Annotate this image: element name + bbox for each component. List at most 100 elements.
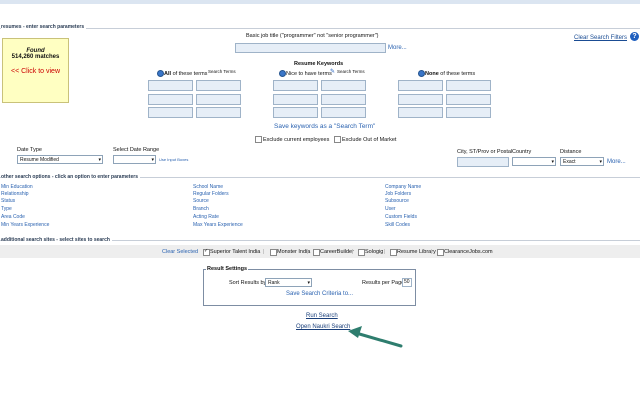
site-checkbox[interactable] bbox=[203, 248, 210, 256]
option-link[interactable]: Source bbox=[193, 198, 209, 204]
nice-terms-radio[interactable] bbox=[279, 70, 286, 77]
search-terms-icon[interactable]: ✎ bbox=[330, 68, 335, 75]
site-label: Sologig bbox=[365, 249, 384, 255]
site-checkbox[interactable] bbox=[390, 249, 397, 256]
nice-search-terms-link[interactable]: Search Terms bbox=[337, 69, 365, 74]
click-to-view-link[interactable]: << Click to view bbox=[3, 68, 68, 75]
date-range-select[interactable] bbox=[113, 155, 156, 164]
resume-keywords-title: Resume Keywords bbox=[294, 61, 344, 67]
option-link[interactable]: Type bbox=[1, 206, 12, 212]
exclude-out-of-market-checkbox[interactable] bbox=[334, 136, 341, 143]
option-link[interactable]: Regular Folders bbox=[193, 191, 229, 197]
result-settings-legend: Result Settings bbox=[206, 266, 249, 272]
option-link[interactable]: Acting Rate bbox=[193, 214, 219, 220]
date-range-label: Select Date Range bbox=[113, 147, 160, 153]
distance-label: Distance bbox=[560, 149, 582, 155]
result-settings-box bbox=[203, 269, 416, 306]
keyword-input[interactable] bbox=[446, 80, 491, 91]
results-per-page-input[interactable]: 50 bbox=[402, 278, 412, 287]
site-label: Superior Talent India bbox=[210, 249, 261, 255]
section-divider bbox=[0, 28, 640, 29]
city-input[interactable] bbox=[457, 157, 509, 167]
location-more-link[interactable]: More... bbox=[607, 159, 626, 165]
keyword-input[interactable] bbox=[398, 107, 443, 118]
option-link[interactable]: Subsource bbox=[385, 198, 409, 204]
sort-results-label: Sort Results by bbox=[229, 280, 267, 286]
keyword-input[interactable] bbox=[196, 94, 241, 105]
keyword-input[interactable] bbox=[273, 94, 318, 105]
none-label: None bbox=[425, 71, 439, 77]
option-link[interactable]: Relationship bbox=[1, 191, 29, 197]
top-bar bbox=[0, 0, 640, 4]
site-checkbox[interactable] bbox=[270, 249, 277, 256]
option-link[interactable]: Skill Codes bbox=[385, 222, 410, 228]
clear-search-filters-link[interactable]: Clear Search Filters bbox=[574, 35, 627, 41]
option-link[interactable]: Area Code bbox=[1, 214, 25, 220]
option-link[interactable]: Company Name bbox=[385, 184, 421, 190]
clear-selected-link[interactable]: Clear Selected bbox=[162, 249, 198, 255]
open-naukri-search-button[interactable]: Open Naukri Search bbox=[296, 324, 350, 330]
save-search-criteria-link[interactable]: Save Search Criteria to... bbox=[286, 291, 353, 297]
keyword-input[interactable] bbox=[148, 107, 193, 118]
country-select[interactable] bbox=[512, 157, 556, 166]
match-count: 514,260 matches bbox=[11, 54, 60, 60]
help-icon[interactable]: ? bbox=[630, 32, 639, 41]
option-link[interactable]: User bbox=[385, 206, 396, 212]
keyword-input[interactable] bbox=[196, 80, 241, 91]
run-search-button[interactable]: Run Search bbox=[306, 313, 338, 319]
site-label: Resume Library bbox=[397, 249, 436, 255]
all-terms-radio[interactable] bbox=[157, 70, 164, 77]
option-link[interactable]: Min Education bbox=[1, 184, 33, 190]
keyword-input[interactable] bbox=[321, 107, 366, 118]
use-input-boxes-link[interactable]: Use Input Boxes bbox=[159, 157, 188, 162]
results-per-page-label: Results per Page bbox=[362, 280, 405, 286]
job-title-label: Basic job title ("programmer" not "senio… bbox=[246, 33, 379, 39]
keyword-input[interactable] bbox=[321, 94, 366, 105]
all-search-terms-link[interactable]: Search Terms bbox=[208, 69, 236, 74]
exclude-out-of-market-label: Exclude Out of Market bbox=[342, 137, 397, 143]
option-link[interactable]: Status bbox=[1, 198, 15, 204]
option-link[interactable]: School Name bbox=[193, 184, 223, 190]
date-type-label: Date Type bbox=[17, 147, 42, 153]
option-link[interactable]: Min Years Experience bbox=[1, 222, 49, 228]
site-checkbox[interactable] bbox=[358, 249, 365, 256]
option-link[interactable]: Branch bbox=[193, 206, 209, 212]
keyword-input[interactable] bbox=[196, 107, 241, 118]
job-title-input[interactable] bbox=[235, 43, 386, 53]
section-title-additional-sites: additional search sites - select sites t… bbox=[1, 237, 112, 243]
section-title-other-options: other search options - click an option t… bbox=[1, 174, 140, 180]
date-type-select[interactable]: Resume Modified bbox=[17, 155, 103, 164]
found-box: Found 514,260 matches << Click to view bbox=[2, 38, 69, 103]
site-checkbox[interactable] bbox=[437, 249, 444, 256]
country-label: Country bbox=[512, 149, 532, 155]
distance-select[interactable]: Exact bbox=[560, 157, 604, 166]
none-terms-label: of these terms bbox=[440, 71, 476, 77]
keyword-input[interactable] bbox=[321, 80, 366, 91]
keyword-input[interactable] bbox=[273, 80, 318, 91]
save-keywords-link[interactable]: Save keywords as a "Search Term" bbox=[274, 123, 375, 130]
keyword-input[interactable] bbox=[446, 107, 491, 118]
keyword-input[interactable] bbox=[446, 94, 491, 105]
none-terms-radio[interactable] bbox=[418, 70, 425, 77]
option-link[interactable]: Job Folders bbox=[385, 191, 411, 197]
all-label: All bbox=[164, 71, 172, 77]
annotation-arrow bbox=[348, 326, 403, 348]
exclude-employees-label: Exclude current employees bbox=[263, 137, 330, 143]
keyword-input[interactable] bbox=[398, 80, 443, 91]
keyword-input[interactable] bbox=[273, 107, 318, 118]
job-title-more-link[interactable]: More... bbox=[388, 45, 407, 51]
site-label: Monster India bbox=[277, 249, 311, 255]
option-link[interactable]: Max Years Experience bbox=[193, 222, 243, 228]
site-label: ClearanceJobs.com bbox=[444, 249, 493, 255]
keyword-input[interactable] bbox=[148, 80, 193, 91]
site-checkbox[interactable] bbox=[313, 249, 320, 256]
sort-results-select[interactable]: Rank bbox=[265, 278, 312, 287]
option-link[interactable]: Custom Fields bbox=[385, 214, 417, 220]
keyword-input[interactable] bbox=[398, 94, 443, 105]
nice-terms-label: Nice to have terms bbox=[286, 71, 332, 77]
keyword-input[interactable] bbox=[148, 94, 193, 105]
all-terms-label: of these terms bbox=[172, 71, 208, 77]
exclude-employees-checkbox[interactable] bbox=[255, 136, 262, 143]
section-title-resumes: resumes - enter search parameters bbox=[1, 24, 87, 30]
city-label: City, ST/Prov or Postal bbox=[457, 149, 513, 155]
